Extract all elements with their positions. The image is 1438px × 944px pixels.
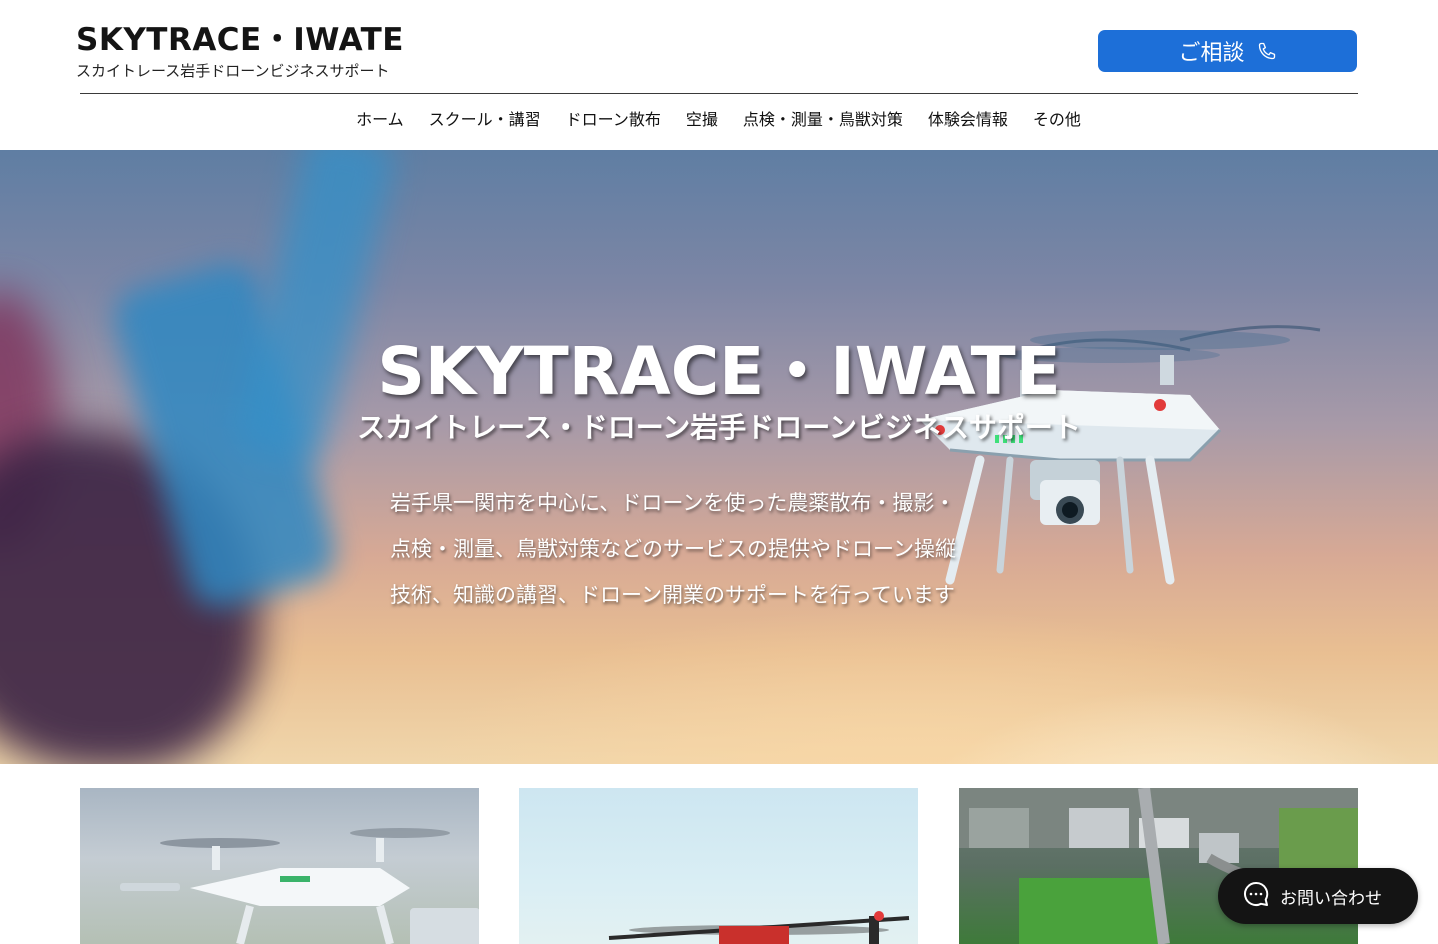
header-divider [80, 93, 1358, 94]
consult-button[interactable]: ご相談 [1098, 30, 1357, 72]
nav-item-inspection[interactable]: 点検・測量・鳥獣対策 [743, 106, 903, 134]
nav-item-school[interactable]: スクール・講習 [429, 106, 541, 134]
hero-description-line: 岩手県一関市を中心に、ドローンを使った農薬散布・撮影・ [390, 491, 956, 515]
drone-photo [120, 828, 479, 944]
nav-item-other[interactable]: その他 [1033, 106, 1081, 134]
service-card-school[interactable] [80, 788, 479, 944]
logo-title[interactable]: SKYTRACE・IWATE [76, 14, 404, 59]
nav-item-aerial-photo[interactable]: 空撮 [686, 106, 718, 134]
main-nav: ホーム スクール・講習 ドローン散布 空撮 点検・測量・鳥獣対策 体験会情報 そ… [0, 106, 1438, 134]
nav-item-events[interactable]: 体験会情報 [928, 106, 1008, 134]
nav-item-spraying[interactable]: ドローン散布 [566, 106, 661, 134]
hero-subtitle: スカイトレース・ドローン岩手ドローンビジネスサポート [357, 411, 1081, 444]
phone-icon [1257, 41, 1277, 61]
hero-description-line: 点検・測量、鳥獣対策などのサービスの提供やドローン操縦 [390, 537, 956, 561]
service-card-spraying[interactable] [519, 788, 918, 944]
spraying-drone-photo [608, 911, 910, 944]
chat-button[interactable]: お問い合わせ [1218, 868, 1418, 924]
chat-bubble-icon [1242, 880, 1270, 912]
site-header: SKYTRACE・IWATE スカイトレース岩手ドローンビジネスサポート ご相談… [0, 0, 1438, 150]
hero-description-line: 技術、知識の講習、ドローン開業のサポートを行っています [390, 583, 955, 607]
hero-title: SKYTRACE・IWATE [377, 333, 1061, 410]
hero-description: 岩手県一関市を中心に、ドローンを使った農薬散布・撮影・ 点検・測量、鳥獣対策など… [390, 480, 1090, 618]
logo-subtitle: スカイトレース岩手ドローンビジネスサポート [76, 62, 390, 80]
chat-button-label: お問い合わせ [1280, 888, 1382, 909]
consult-button-label: ご相談 [1178, 41, 1245, 66]
nav-item-home[interactable]: ホーム [356, 106, 404, 134]
hero-banner: SKYTRACE・IWATE スカイトレース・ドローン岩手ドローンビジネスサポー… [0, 150, 1438, 764]
